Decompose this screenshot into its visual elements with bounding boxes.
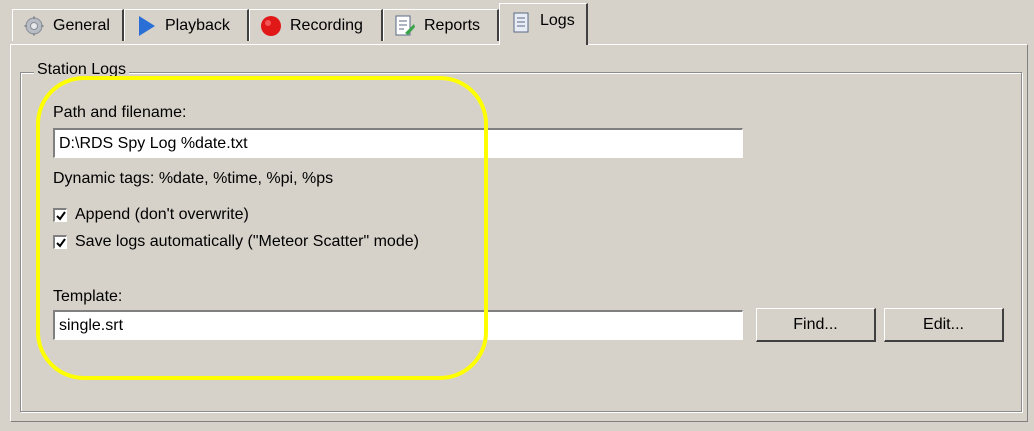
tab-label: Logs (540, 12, 575, 29)
template-label: Template: (53, 288, 123, 305)
tab-playback[interactable]: Playback (124, 9, 249, 41)
log-file-icon (510, 12, 532, 34)
tab-reports[interactable]: Reports (383, 9, 499, 41)
append-checkbox-row[interactable]: Append (don't overwrite) (53, 206, 249, 224)
path-label: Path and filename: (53, 104, 187, 121)
path-input[interactable] (53, 128, 743, 158)
tab-label: Recording (290, 16, 363, 34)
group-title: Station Logs (34, 61, 129, 79)
find-button[interactable]: Find... (756, 308, 876, 342)
append-label: Append (don't overwrite) (75, 206, 249, 223)
autosave-checkbox-row[interactable]: Save logs automatically ("Meteor Scatter… (53, 233, 419, 251)
autosave-label: Save logs automatically ("Meteor Scatter… (75, 233, 419, 250)
edit-button[interactable]: Edit... (884, 308, 1004, 342)
play-icon (135, 15, 157, 37)
tab-bar: General Playback Recording Reports Logs (0, 0, 1034, 48)
dynamic-tags-hint: Dynamic tags: %date, %time, %pi, %ps (53, 170, 334, 187)
gear-icon (23, 15, 45, 37)
append-checkbox[interactable] (53, 208, 67, 222)
tab-label: Reports (424, 16, 481, 34)
report-icon (394, 15, 416, 37)
tab-general[interactable]: General (12, 9, 124, 41)
template-input[interactable] (53, 310, 743, 340)
record-icon (260, 15, 282, 37)
tab-logs[interactable]: Logs (499, 3, 588, 45)
tab-label: General (53, 16, 110, 34)
tab-label: Playback (165, 16, 230, 34)
autosave-checkbox[interactable] (53, 235, 67, 249)
tab-recording[interactable]: Recording (249, 9, 383, 41)
